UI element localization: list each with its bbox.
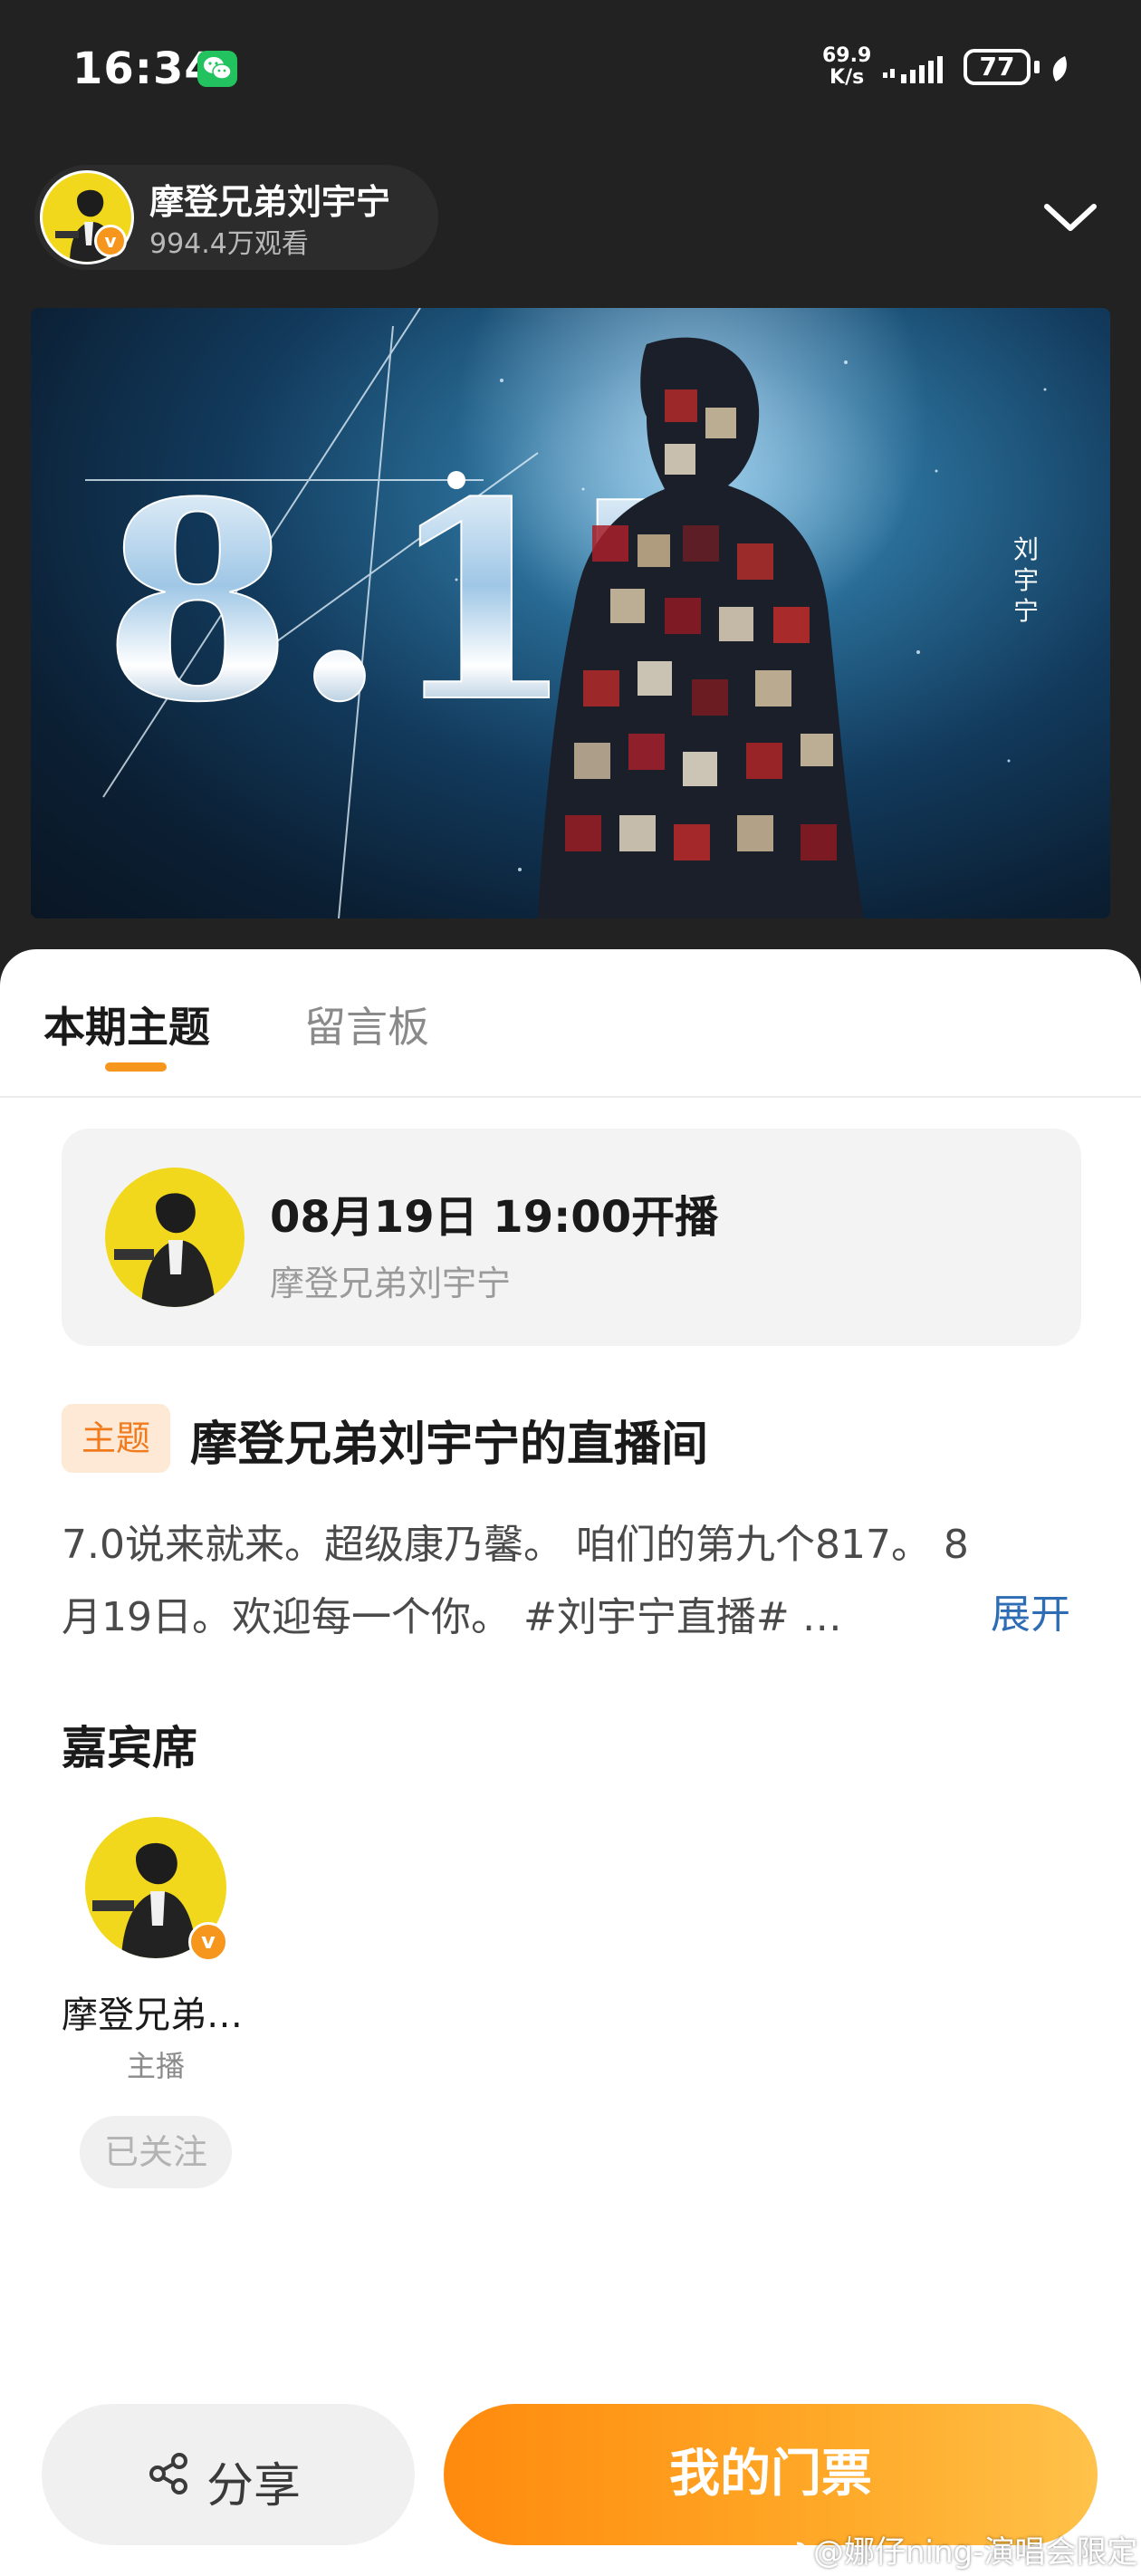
network-speed-value: 69.9 bbox=[822, 44, 872, 67]
signal-icon bbox=[883, 56, 943, 83]
network-speed: 69.9 K/s bbox=[822, 45, 871, 89]
followed-button[interactable]: 已关注 bbox=[80, 2116, 232, 2188]
share-label: 分享 bbox=[206, 2459, 302, 2514]
poster-artwork: 8.17 bbox=[85, 308, 1047, 918]
expand-link[interactable]: 展开 bbox=[991, 1581, 1070, 1639]
guest-verified-badge-icon: v bbox=[188, 1922, 228, 1962]
my-ticket-label: 我的门票 bbox=[669, 2445, 872, 2504]
tab-current-topic[interactable]: 本期主题 bbox=[43, 995, 210, 1054]
battery-icon: 77 bbox=[964, 49, 1031, 85]
broadcast-time: 08月19日 19:00开播 bbox=[270, 1192, 719, 1243]
status-bar: 16:34 69.9 K/s 77 bbox=[0, 0, 1141, 145]
guest-section-heading: 嘉宾席 bbox=[62, 1722, 197, 1774]
weibo-logo-icon bbox=[772, 2542, 807, 2568]
watermark-text: @娜仔ning-演唱会限定 bbox=[813, 2534, 1138, 2571]
poster-artist-name: 刘宇宁 bbox=[1013, 534, 1040, 626]
topic-title: 摩登兄弟刘宇宁的直播间 bbox=[190, 1418, 709, 1472]
topic-description: 7.0说来就来。超级康乃馨。 咱们的第九个817。 8 月19日。欢迎每一个你。… bbox=[62, 1509, 1085, 1654]
view-count: 994.4万观看 bbox=[149, 228, 309, 260]
share-icon bbox=[149, 2453, 187, 2494]
host-name[interactable]: 摩登兄弟刘宇宁 bbox=[149, 174, 390, 224]
my-ticket-button[interactable]: 我的门票 bbox=[444, 2404, 1098, 2545]
verified-badge-icon: v bbox=[94, 225, 127, 257]
chevron-down-icon[interactable] bbox=[1041, 199, 1099, 235]
watermark: @娜仔ning-演唱会限定 bbox=[772, 2527, 1137, 2571]
topic-description-line-2: 月19日。欢迎每一个你。 #刘宇宁直播# … bbox=[62, 1594, 842, 1640]
schedule-host-avatar[interactable] bbox=[105, 1168, 244, 1307]
power-saving-leaf-icon bbox=[1052, 56, 1067, 82]
topic-tag: 主题 bbox=[62, 1404, 170, 1473]
active-tab-indicator bbox=[105, 1062, 167, 1072]
live-cover-banner[interactable]: 8.17 刘宇宁 bbox=[31, 308, 1110, 918]
schedule-host-name: 摩登兄弟刘宇宁 bbox=[270, 1264, 512, 1303]
topic-description-line-1: 7.0说来就来。超级康乃馨。 咱们的第九个817。 8 bbox=[62, 1522, 969, 1568]
battery-tip bbox=[1034, 61, 1040, 73]
share-button[interactable]: 分享 bbox=[42, 2404, 415, 2545]
tab-message-board[interactable]: 留言板 bbox=[304, 995, 429, 1054]
wechat-icon bbox=[197, 51, 237, 87]
guest-name[interactable]: 摩登兄弟… bbox=[62, 1985, 261, 2038]
status-time: 16:34 bbox=[72, 43, 216, 94]
battery-level: 77 bbox=[979, 52, 1015, 82]
divider bbox=[0, 1096, 1141, 1098]
network-speed-unit: K/s bbox=[829, 66, 865, 89]
guest-role: 主播 bbox=[126, 2049, 185, 2083]
